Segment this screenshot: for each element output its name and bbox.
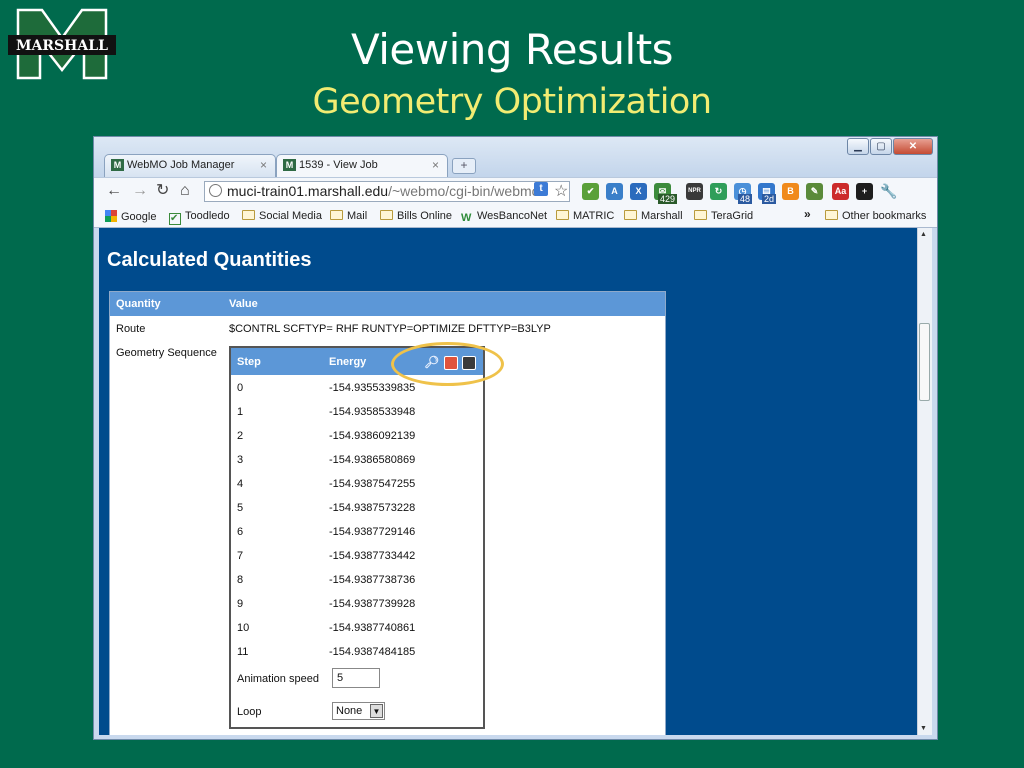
- highlight-ellipse: [391, 342, 504, 386]
- mail-count-badge: 429: [658, 194, 678, 204]
- folder-icon: [556, 210, 569, 220]
- bookmarks-overflow-chevron-icon[interactable]: »: [804, 207, 811, 221]
- step-column-header: Step: [237, 356, 261, 368]
- evernote-extension-icon[interactable]: ✎: [806, 183, 823, 200]
- blogger-extension-icon[interactable]: B: [782, 183, 799, 200]
- checkbox-icon: ✔: [169, 213, 181, 225]
- bookmark-other-bookmarks[interactable]: Other bookmarks: [825, 210, 926, 222]
- title-bar: ▁ ▢ ✕ M WebMO Job Manager × M 1539 - Vie…: [94, 137, 937, 177]
- docs-count-badge: 2d: [762, 194, 777, 204]
- table-row[interactable]: 1 -154.9358533948: [231, 400, 483, 424]
- webmo-favicon-icon: M: [111, 159, 124, 171]
- dictionary-extension-icon[interactable]: Aa: [832, 183, 849, 200]
- slide-title: Viewing Results: [350, 25, 674, 74]
- plus-extension-icon[interactable]: +: [856, 183, 873, 200]
- geometry-sequence-label: Geometry Sequence: [116, 347, 217, 359]
- dropdown-arrow-icon: ▼: [370, 704, 383, 718]
- tab-label: WebMO Job Manager: [127, 159, 235, 171]
- bookmark-bills-online[interactable]: Bills Online: [380, 210, 452, 222]
- table-row[interactable]: 9 -154.9387739928: [231, 592, 483, 616]
- bookmark-mail[interactable]: Mail: [330, 210, 367, 222]
- folder-icon: [380, 210, 393, 220]
- bookmark-social-media[interactable]: Social Media: [242, 210, 322, 222]
- google-icon: [105, 210, 117, 222]
- browser-toolbar: ← → ↻ ⌂ muci-train01.marshall.edu/~webmo…: [94, 177, 937, 206]
- table-row[interactable]: 5 -154.9387573228: [231, 496, 483, 520]
- x-extension-icon[interactable]: X: [630, 183, 647, 200]
- value-column-header: Value: [229, 298, 258, 310]
- energy-column-header: Energy: [329, 356, 367, 368]
- tab-close-icon[interactable]: ×: [432, 158, 439, 172]
- translate-extension-icon[interactable]: A: [606, 183, 623, 200]
- bookmarks-bar: Google ✔ Toodledo Social Media Mail Bills…: [94, 205, 937, 228]
- quantity-column-header: Quantity: [116, 298, 161, 310]
- table-row[interactable]: 11 -154.9387484185: [231, 640, 483, 664]
- table-row[interactable]: 6 -154.9387729146: [231, 520, 483, 544]
- bookmark-wesbanconet[interactable]: W WesBancoNet: [461, 210, 547, 225]
- table-row[interactable]: 4 -154.9387547255: [231, 472, 483, 496]
- table-row[interactable]: 8 -154.9387738736: [231, 568, 483, 592]
- close-window-icon[interactable]: ✕: [893, 138, 933, 155]
- new-tab-button[interactable]: +: [452, 158, 476, 174]
- tab-close-icon[interactable]: ×: [260, 158, 267, 172]
- tab-webmo-job-manager[interactable]: M WebMO Job Manager ×: [104, 154, 276, 177]
- table-row[interactable]: 7 -154.9387733442: [231, 544, 483, 568]
- sync-extension-icon[interactable]: ↻: [710, 183, 727, 200]
- bookmark-star-icon[interactable]: ☆: [554, 181, 568, 201]
- table-row[interactable]: 2 -154.9386092139: [231, 424, 483, 448]
- bookmark-matric[interactable]: MATRIC: [556, 210, 614, 222]
- address-bar[interactable]: muci-train01.marshall.edu/~webmo/cgi-bin…: [204, 181, 570, 202]
- folder-icon: [330, 210, 343, 220]
- folder-icon: [242, 210, 255, 220]
- browser-window: ▁ ▢ ✕ M WebMO Job Manager × M 1539 - Vie…: [93, 136, 938, 740]
- minimize-icon[interactable]: ▁: [847, 138, 869, 155]
- bookmark-google[interactable]: Google: [105, 210, 156, 223]
- table-row[interactable]: 10 -154.9387740861: [231, 616, 483, 640]
- folder-icon: [624, 210, 637, 220]
- page-viewport: Calculated Quantities Quantity Value Rou…: [99, 228, 917, 735]
- calendar-count-badge: 48: [738, 194, 753, 204]
- vertical-scrollbar[interactable]: ▲ ▼: [917, 228, 932, 735]
- folder-icon: [694, 210, 707, 220]
- results-table-header: Quantity Value: [110, 292, 665, 316]
- reload-icon[interactable]: ↻: [156, 182, 169, 200]
- page-heading: Calculated Quantities: [107, 249, 312, 271]
- route-value: $CONTRL SCFTYP= RHF RUNTYP=OPTIMIZE DFTT…: [229, 323, 551, 335]
- tab-view-job[interactable]: M 1539 - View Job ×: [276, 154, 448, 177]
- checkmark-extension-icon[interactable]: ✔: [582, 183, 599, 200]
- webmo-favicon-icon: M: [283, 159, 296, 171]
- slide-subtitle: Geometry Optimization: [312, 82, 712, 122]
- forward-arrow-icon[interactable]: →: [132, 182, 148, 200]
- bookmark-toodledo[interactable]: ✔ Toodledo: [169, 210, 230, 225]
- results-table: Quantity Value Route $CONTRL SCFTYP= RHF…: [109, 291, 666, 735]
- animation-speed-label: Animation speed: [237, 673, 319, 685]
- maximize-icon[interactable]: ▢: [870, 138, 892, 155]
- tab-label: 1539 - View Job: [299, 159, 378, 171]
- animation-speed-input[interactable]: 5: [332, 668, 380, 688]
- wesbanco-icon: W: [461, 212, 472, 224]
- back-arrow-icon[interactable]: ←: [106, 182, 122, 200]
- globe-icon: [209, 184, 222, 197]
- loop-select[interactable]: None ▼: [332, 702, 385, 720]
- url-host: muci-train01.marshall.edu: [227, 183, 389, 199]
- scroll-thumb[interactable]: [919, 323, 930, 401]
- npr-extension-icon[interactable]: NPR: [686, 183, 703, 200]
- loop-label: Loop: [237, 706, 262, 718]
- bookmark-teragrid[interactable]: TeraGrid: [694, 210, 753, 222]
- wrench-menu-icon[interactable]: 🔧: [880, 183, 897, 200]
- scroll-down-icon[interactable]: ▼: [920, 725, 927, 732]
- geometry-sequence-table: Step Energy 🔎︎ 0 -154.9355339835 1 -154.93…: [229, 346, 485, 729]
- bookmark-marshall[interactable]: Marshall: [624, 210, 683, 222]
- home-icon[interactable]: ⌂: [180, 182, 190, 200]
- extension-badge-icon[interactable]: t: [534, 182, 548, 196]
- url-path: /~webmo/cgi-bin/webmo: [388, 183, 540, 199]
- scroll-up-icon[interactable]: ▲: [920, 231, 927, 238]
- route-label: Route: [116, 323, 146, 335]
- folder-icon: [825, 210, 838, 220]
- table-row[interactable]: 3 -154.9386580869: [231, 448, 483, 472]
